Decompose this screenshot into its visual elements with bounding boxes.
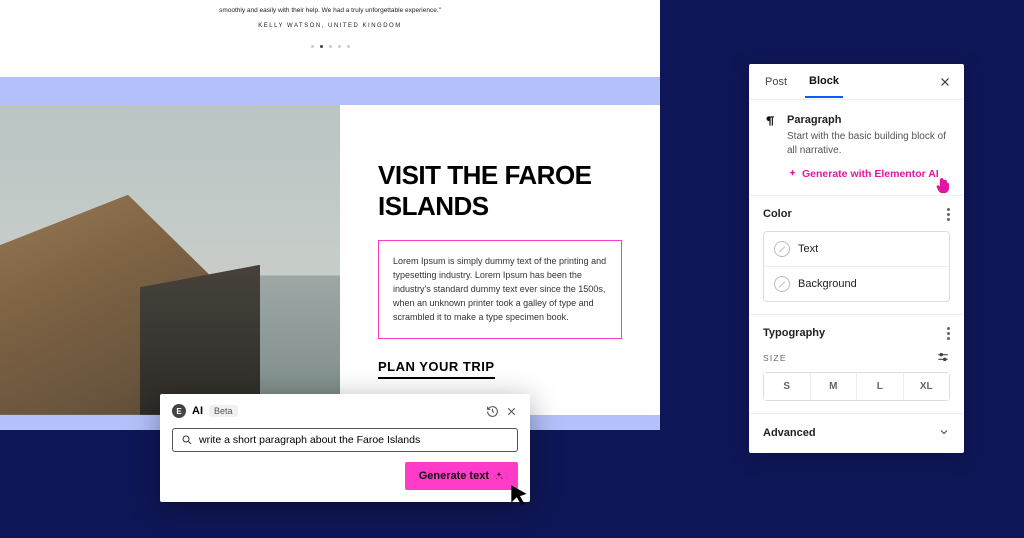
ai-prompt-input[interactable] <box>199 434 509 446</box>
ai-prompt-panel: E AI Beta Generate text <box>160 394 530 502</box>
color-bg-label: Background <box>798 278 857 290</box>
tab-block[interactable]: Block <box>805 65 843 98</box>
generate-text-label: Generate text <box>419 470 489 482</box>
ai-label: AI <box>192 405 203 417</box>
testimonial-text: smoothly and easily with their help. We … <box>80 6 580 16</box>
hero-section: VISIT THE FAROE ISLANDS Lorem Ipsum is s… <box>0 105 660 415</box>
typography-section: Typography SIZE S M L XL <box>749 315 964 414</box>
color-title: Color <box>763 208 792 220</box>
typography-more-icon[interactable] <box>947 327 950 340</box>
block-settings-panel: Post Block Paragraph Start with the basi… <box>749 64 964 453</box>
color-section: Color Text Background <box>749 196 964 315</box>
swatch-none-icon <box>774 241 790 257</box>
cursor-hand-icon <box>933 175 953 198</box>
color-background-option[interactable]: Background <box>764 266 949 301</box>
panel-tabs: Post Block <box>749 64 964 100</box>
generate-with-ai-link[interactable]: Generate with Elementor AI <box>787 168 939 180</box>
color-more-icon[interactable] <box>947 208 950 221</box>
size-s[interactable]: S <box>764 373 811 400</box>
search-icon <box>181 434 193 446</box>
editor-canvas: smoothly and easily with their help. We … <box>0 0 660 430</box>
size-segmented: S M L XL <box>763 372 950 401</box>
history-icon[interactable] <box>486 405 499 418</box>
sparkle-icon <box>787 169 798 180</box>
size-l[interactable]: L <box>857 373 904 400</box>
generate-text-button[interactable]: Generate text <box>405 462 518 490</box>
swatch-none-icon <box>774 276 790 292</box>
sparkle-icon <box>494 471 504 481</box>
hero-title: VISIT THE FAROE ISLANDS <box>378 160 622 222</box>
testimonial-block: smoothly and easily with their help. We … <box>0 0 660 77</box>
hero-content: VISIT THE FAROE ISLANDS Lorem Ipsum is s… <box>340 105 660 415</box>
slider-icon[interactable] <box>936 350 950 366</box>
size-label: SIZE <box>763 353 787 363</box>
block-description: Start with the basic building block of a… <box>787 130 950 158</box>
block-name: Paragraph <box>787 114 950 126</box>
plan-trip-link[interactable]: PLAN YOUR TRIP <box>378 359 495 379</box>
ai-prompt-input-wrap[interactable] <box>172 428 518 452</box>
carousel-dots[interactable] <box>80 32 580 63</box>
elementor-logo-icon: E <box>172 404 186 418</box>
advanced-title: Advanced <box>763 427 816 439</box>
close-icon[interactable] <box>505 405 518 418</box>
color-text-label: Text <box>798 243 818 255</box>
size-xl[interactable]: XL <box>904 373 950 400</box>
paragraph-block-selected[interactable]: Lorem Ipsum is simply dummy text of the … <box>378 240 622 340</box>
size-m[interactable]: M <box>811 373 858 400</box>
testimonial-author: KELLY WATSON, UNITED KINGDOM <box>80 22 580 32</box>
cursor-arrow-icon <box>507 482 533 513</box>
ai-link-label: Generate with Elementor AI <box>802 168 939 180</box>
block-info: Paragraph Start with the basic building … <box>749 100 964 196</box>
hero-image <box>0 105 340 415</box>
beta-badge: Beta <box>209 405 238 417</box>
typography-title: Typography <box>763 327 825 339</box>
paragraph-icon <box>763 114 777 128</box>
panel-close-icon[interactable] <box>938 75 952 89</box>
color-text-option[interactable]: Text <box>764 232 949 266</box>
tab-post[interactable]: Post <box>761 66 791 97</box>
chevron-down-icon <box>938 426 950 441</box>
advanced-section[interactable]: Advanced <box>749 414 964 453</box>
